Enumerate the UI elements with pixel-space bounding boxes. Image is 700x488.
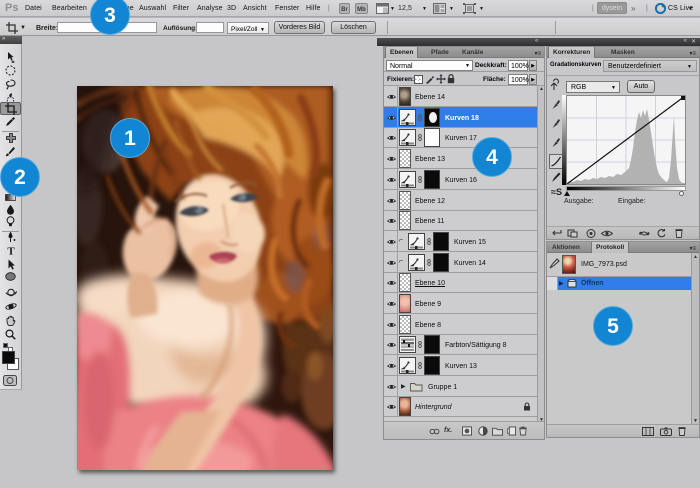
svg-text:Br: Br xyxy=(341,7,348,13)
svg-text:Mb: Mb xyxy=(357,7,366,13)
svg-text:T: T xyxy=(7,246,15,257)
